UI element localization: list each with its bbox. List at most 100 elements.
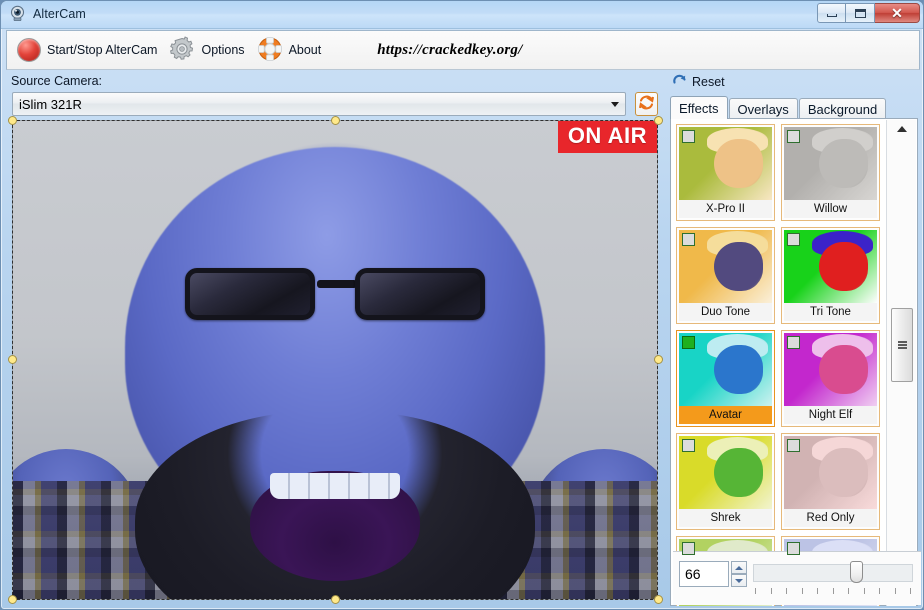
effect-item[interactable]: X-Pro II [676, 124, 775, 221]
resize-handle-top-center[interactable] [331, 116, 340, 125]
effect-checkbox[interactable] [787, 336, 800, 349]
tab-effects-label: Effects [679, 100, 719, 116]
effect-thumbnail [784, 436, 877, 509]
minimize-button[interactable] [817, 3, 846, 23]
source-camera-select[interactable]: iSlim 321R [12, 92, 626, 116]
effect-label: Willow [784, 200, 877, 218]
slider-track[interactable] [753, 564, 913, 582]
refresh-icon [638, 94, 655, 114]
close-icon: ✕ [891, 5, 903, 21]
slider-ticks [755, 588, 911, 594]
window-title: AlterCam [33, 6, 86, 21]
effect-label: X-Pro II [679, 200, 772, 218]
website-url-link[interactable]: https://crackedkey.org/ [377, 42, 522, 59]
effect-item[interactable]: Shrek [676, 433, 775, 530]
scroll-up-button[interactable] [887, 120, 917, 138]
effect-checkbox[interactable] [682, 130, 695, 143]
tab-overlays-label: Overlays [737, 101, 789, 117]
grip-icon [897, 340, 907, 351]
effect-checkbox[interactable] [787, 233, 800, 246]
effect-item[interactable]: Avatar [676, 330, 775, 427]
effect-thumbnail [679, 230, 772, 303]
effect-item[interactable]: Red Only [781, 433, 880, 530]
webcam-icon [9, 5, 26, 22]
effect-thumbnail [784, 230, 877, 303]
resize-handle-bottom-right[interactable] [654, 595, 663, 604]
effect-checkbox[interactable] [682, 336, 695, 349]
tab-background[interactable]: Background [798, 98, 887, 119]
title-bar-left: AlterCam [9, 5, 86, 22]
effect-checkbox[interactable] [787, 542, 800, 555]
undo-arrow-icon [672, 73, 687, 91]
effect-strength-bar: 66 [673, 551, 921, 605]
reset-label: Reset [692, 75, 725, 89]
gear-icon [169, 35, 195, 65]
resize-handle-top-right[interactable] [654, 116, 663, 125]
start-stop-altercam-button[interactable]: Start/Stop AlterCam [13, 36, 165, 64]
effect-strength-input[interactable]: 66 [679, 561, 729, 587]
about-label: About [288, 43, 322, 57]
scrollbar-thumb[interactable] [891, 308, 913, 382]
effect-label: Night Elf [784, 406, 877, 424]
content-area: Source Camera: iSlim 321R ON AIR Reset E… [6, 70, 921, 606]
effect-label: Duo Tone [679, 303, 772, 321]
effect-item[interactable]: Tri Tone [781, 227, 880, 324]
source-camera-value: iSlim 321R [19, 96, 82, 112]
spinner-up-icon [735, 565, 743, 570]
video-sunglasses [185, 266, 485, 324]
video-frame [13, 121, 657, 599]
effects-container: X-Pro II Willow Duo Tone Tri Tone Avatar Nigh… [670, 118, 921, 606]
title-bar[interactable]: AlterCam ✕ [1, 1, 923, 29]
strength-decrement-button[interactable] [731, 574, 747, 587]
chevron-down-icon[interactable] [605, 94, 624, 114]
source-camera-label: Source Camera: [11, 74, 103, 88]
start-stop-label: Start/Stop AlterCam [47, 43, 158, 57]
preview-panel: Source Camera: iSlim 321R ON AIR [6, 70, 666, 606]
record-button-icon [17, 38, 41, 62]
window-controls: ✕ [817, 3, 920, 23]
on-air-badge: ON AIR [557, 121, 657, 153]
tab-effects[interactable]: Effects [670, 96, 728, 119]
resize-handle-middle-right[interactable] [654, 355, 663, 364]
effect-thumbnail [784, 333, 877, 406]
effects-list: X-Pro II Willow Duo Tone Tri Tone Avatar Nigh… [672, 120, 887, 606]
close-button[interactable]: ✕ [875, 3, 920, 23]
effect-label: Tri Tone [784, 303, 877, 321]
effect-thumbnail [679, 127, 772, 200]
strength-increment-button[interactable] [731, 561, 747, 574]
tab-overlays[interactable]: Overlays [728, 98, 798, 119]
slider-thumb[interactable] [850, 561, 864, 583]
application-window: AlterCam ✕ Start/Stop AlterCam Options A… [0, 0, 924, 610]
effect-checkbox[interactable] [787, 439, 800, 452]
tab-background-label: Background [807, 101, 878, 117]
refresh-cameras-button[interactable] [635, 92, 658, 116]
scrollbar-track[interactable] [887, 138, 917, 588]
effect-strength-slider[interactable] [753, 561, 913, 600]
options-label: Options [201, 43, 245, 57]
resize-handle-top-left[interactable] [8, 116, 17, 125]
effect-checkbox[interactable] [787, 130, 800, 143]
maximize-button[interactable] [846, 3, 875, 23]
effect-checkbox[interactable] [682, 233, 695, 246]
effect-item[interactable]: Duo Tone [676, 227, 775, 324]
resize-handle-bottom-center[interactable] [331, 595, 340, 604]
video-teeth [270, 473, 400, 499]
video-preview[interactable]: ON AIR [12, 120, 658, 600]
effect-strength-stepper [731, 561, 747, 587]
effects-panel: Reset Effects Overlays Background X-Pro … [668, 70, 921, 606]
effect-item[interactable]: Night Elf [781, 330, 880, 427]
effects-scrollbar[interactable] [886, 120, 916, 606]
effect-checkbox[interactable] [682, 542, 695, 555]
reset-button[interactable]: Reset [672, 73, 725, 91]
scroll-up-icon [897, 126, 907, 132]
effect-checkbox[interactable] [682, 439, 695, 452]
options-button[interactable]: Options [165, 34, 252, 67]
effect-thumbnail [679, 333, 772, 406]
resize-handle-middle-left[interactable] [8, 355, 17, 364]
effect-item[interactable]: Willow [781, 124, 880, 221]
about-button[interactable]: About [253, 34, 330, 67]
effect-label: Red Only [784, 509, 877, 527]
panel-tabs: Effects Overlays Background [670, 96, 918, 119]
effect-label: Shrek [679, 509, 772, 527]
resize-handle-bottom-left[interactable] [8, 595, 17, 604]
